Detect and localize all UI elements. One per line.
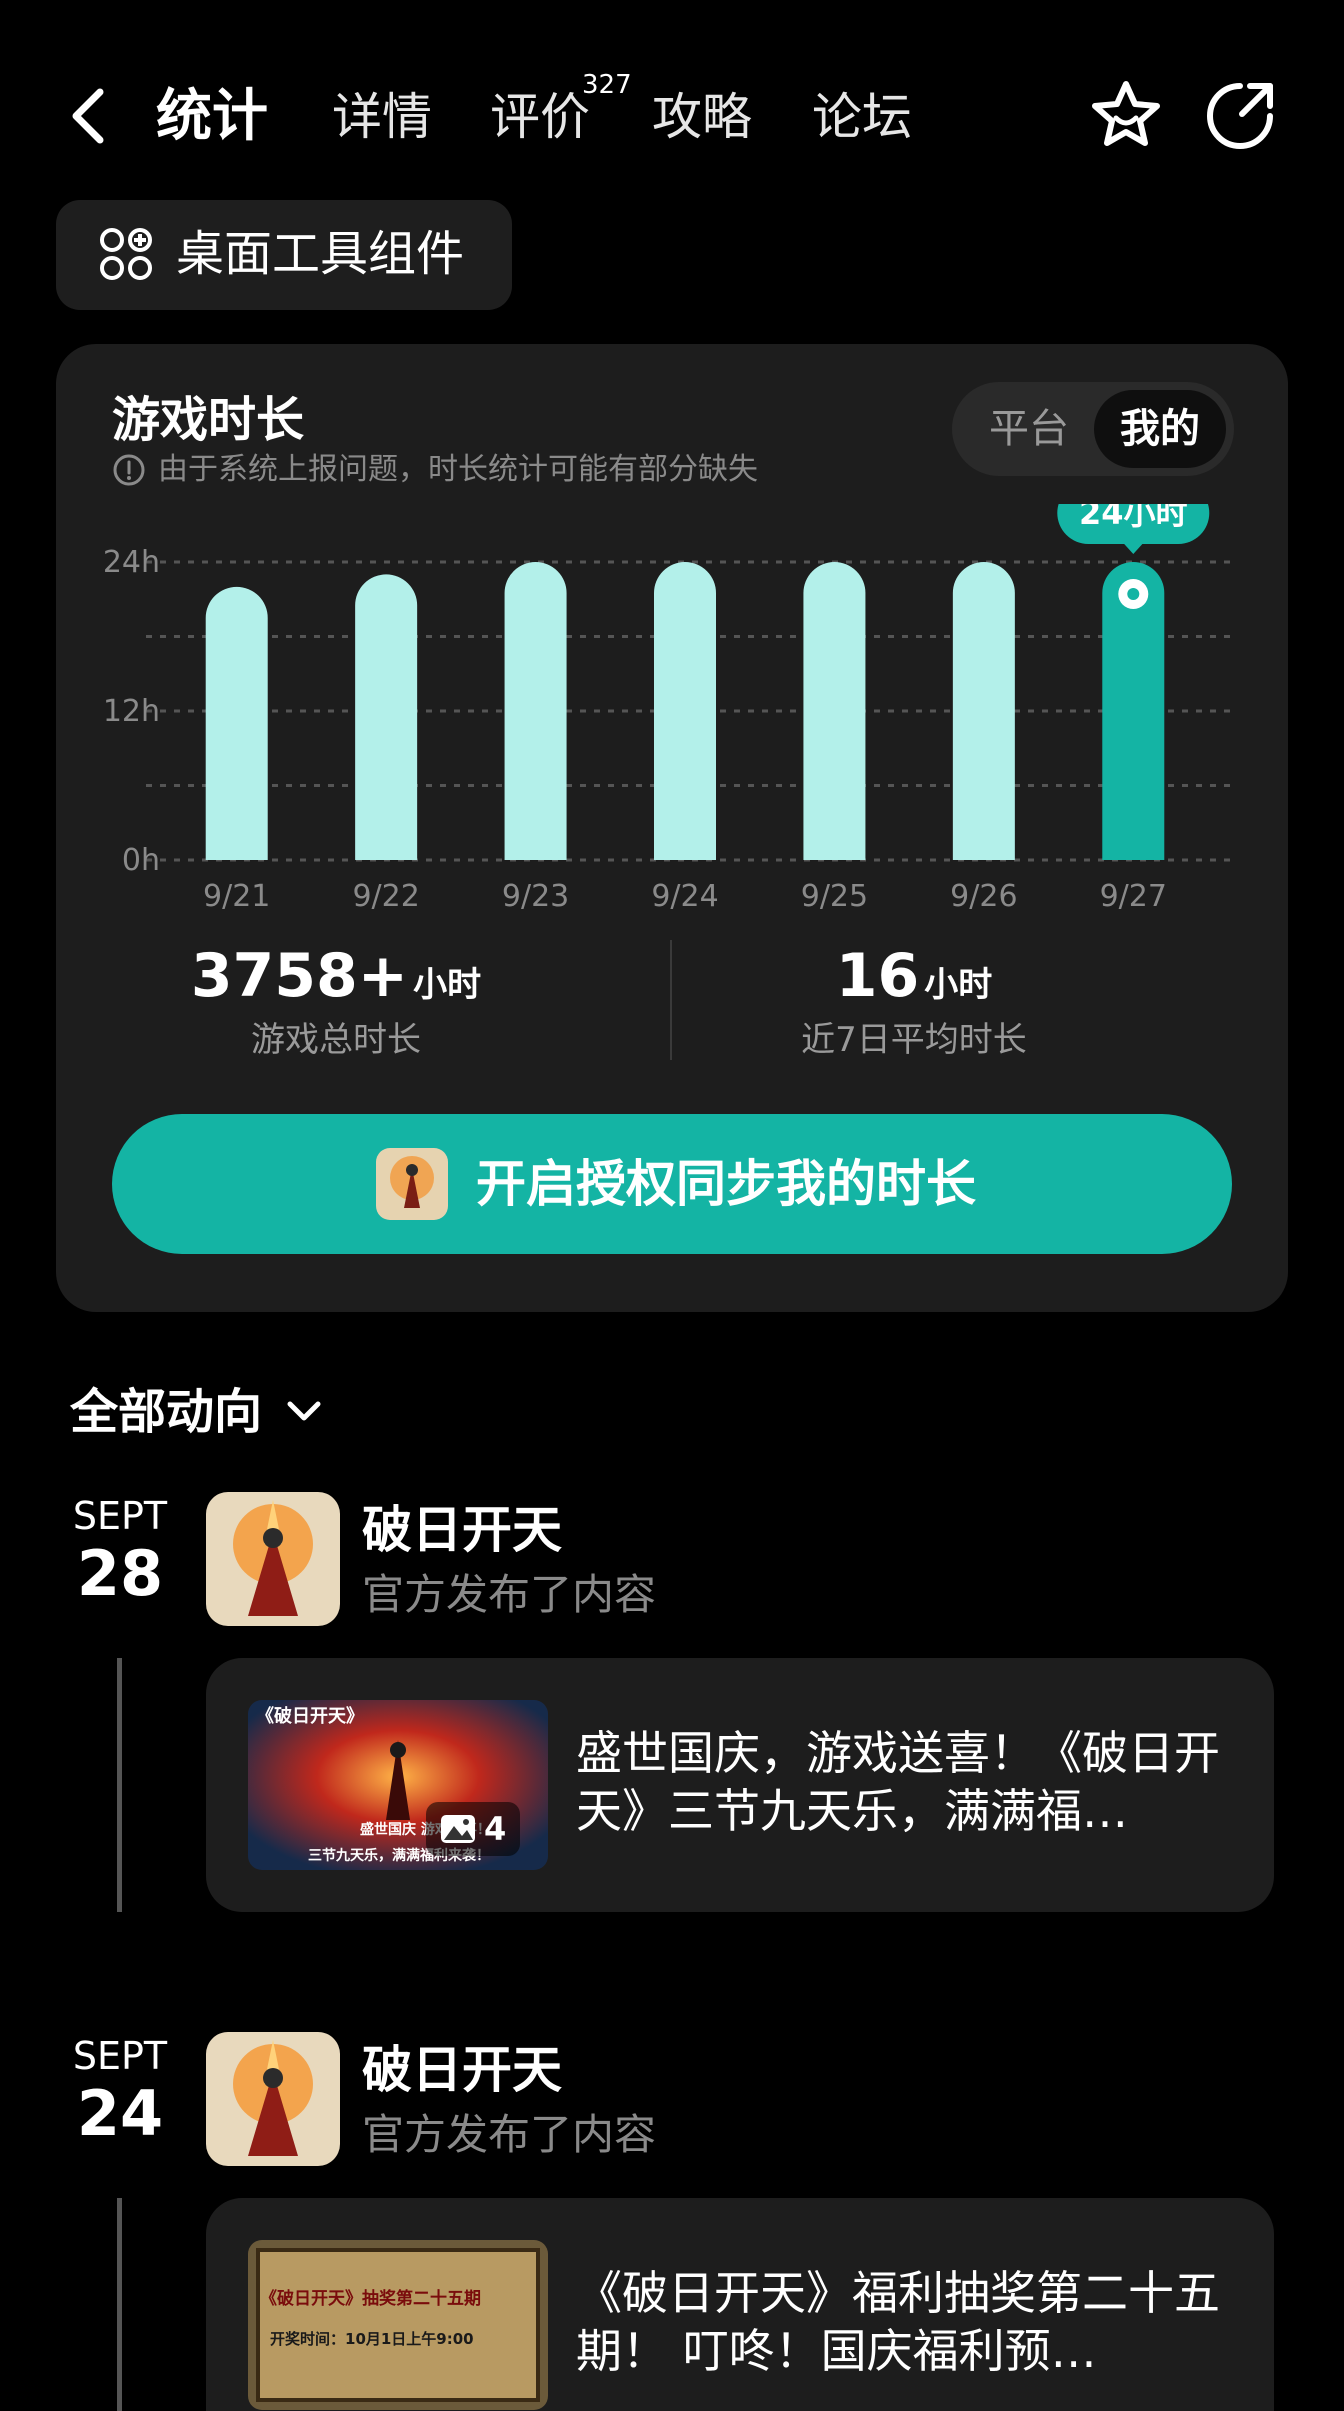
chart-bar (803, 562, 866, 860)
chart-y-tick-label: 12h (103, 694, 160, 729)
tab-stats[interactable]: 统计 (156, 82, 268, 152)
total-playtime-value: 3758+ (190, 941, 409, 1011)
chart-bar (205, 586, 268, 860)
chart-bar (355, 574, 418, 860)
tab-reviews[interactable]: 评价 (490, 82, 590, 152)
app-icon[interactable] (206, 1492, 340, 1626)
toggle-platform[interactable]: 平台 (962, 390, 1096, 468)
sync-button-label: 开启授权同步我的时长 (476, 1155, 976, 1213)
feed-date-day: 24 (76, 2077, 164, 2150)
post-title: 《破日开天》福利抽奖第二十五期！ 叮咚！国庆福利预… (576, 2266, 1220, 2378)
info-icon (113, 454, 145, 486)
desktop-widget-button[interactable]: 桌面工具组件 (56, 200, 512, 310)
chart-x-tick-label: 9/24 (651, 879, 718, 914)
favorite-star-icon[interactable] (1086, 76, 1166, 156)
tab-details[interactable]: 详情 (332, 82, 432, 152)
post-thumbnail: 《破日开天》抽奖第二十五期 开奖时间：10月1日上午9:00 (248, 2240, 548, 2410)
app-name[interactable]: 破日开天 (362, 1498, 562, 1562)
playtime-note: 由于系统上报问题，时长统计可能有部分缺失 (112, 450, 758, 490)
chart-y-tick-label: 24h (103, 545, 160, 580)
tab-guides[interactable]: 攻略 (652, 82, 752, 152)
reviews-count-badge: 327 (582, 70, 632, 100)
thumb-title-text: 《破日开天》 (256, 1705, 364, 1727)
feed-date-month: SEPT (72, 1494, 168, 1538)
game-thumbnail (376, 1148, 448, 1220)
chart-highlight-dot-center (1127, 588, 1140, 600)
avg-playtime-caption: 近7日平均时长 (801, 1020, 1027, 1060)
post-thumbnail-image: 《破日开天》抽奖第二十五期 开奖时间：10月1日上午9:00 (248, 2240, 548, 2410)
post-title: 盛世国庆，游戏送喜！《破日开天》三节九天乐，满满福… (576, 1726, 1220, 1838)
feed-subtitle: 官方发布了内容 (362, 2110, 657, 2159)
data-source-toggle: 平台 我的 (952, 382, 1234, 476)
image-icon (441, 1815, 475, 1843)
avg-playtime-unit: 小时 (924, 965, 993, 1005)
avg-playtime-stat: 16 小时 近7日平均时长 (724, 940, 1104, 1064)
feed-date-month: SEPT (72, 2034, 168, 2078)
playtime-title: 游戏时长 (112, 392, 305, 448)
feed-entry: SEPT 28 破日开天 官方发布了内容 《破日开天》 盛世国庆 三节九天乐，满… (0, 1492, 1344, 1912)
timeline-line (117, 2198, 122, 2411)
chart-x-tick-label: 9/22 (352, 879, 419, 914)
chart-highlight-tooltip-pointer (1123, 543, 1144, 554)
post-card[interactable]: 《破日开天》 盛世国庆 游戏送喜！ 三节九天乐，满满福利来袭！ 4 盛世国庆，游… (206, 1658, 1274, 1912)
widget-chip-label: 桌面工具组件 (176, 226, 465, 282)
chart-x-tick-label: 9/27 (1100, 879, 1167, 914)
chart-bar (504, 562, 567, 860)
playtime-card: 游戏时长 由于系统上报问题，时长统计可能有部分缺失 平台 我的 0h 12h 24h… (56, 344, 1288, 1312)
toggle-mine[interactable]: 我的 (1094, 390, 1226, 468)
app-name[interactable]: 破日开天 (362, 2038, 562, 2102)
chart-x-tick-label: 9/21 (203, 879, 270, 914)
thumb-line1-text: 开奖时间：10月1日上午9:00 (270, 2330, 474, 2348)
chart-y-tick-label: 0h (122, 843, 160, 878)
top-nav: 统计 详情 评价 327 攻略 论坛 (0, 60, 1344, 170)
chart-bar (654, 562, 716, 860)
image-count: 4 (484, 1810, 507, 1848)
chart-x-tick-label: 9/23 (502, 879, 569, 914)
feed-entry: SEPT 24 破日开天 官方发布了内容 《破日开天》抽奖第二十五期 开奖时间：… (0, 2032, 1344, 2411)
thumb-title-text: 《破日开天》抽奖第二十五期 (260, 2288, 481, 2309)
chevron-down-icon (287, 1401, 321, 1421)
total-playtime-unit: 小时 (413, 965, 482, 1005)
chart-bar (952, 562, 1015, 860)
chart-x-tick-label: 9/25 (801, 879, 868, 914)
total-playtime-caption: 游戏总时长 (251, 1020, 421, 1060)
total-playtime-stat: 3758+ 小时 游戏总时长 (146, 940, 526, 1064)
chart-x-tick-label: 9/26 (950, 879, 1017, 914)
post-thumbnail: 《破日开天》 盛世国庆 游戏送喜！ 三节九天乐，满满福利来袭！ 4 (248, 1700, 548, 1870)
timeline-line (117, 1658, 122, 1912)
feed-date-day: 28 (76, 1537, 164, 1610)
feed-subtitle: 官方发布了内容 (362, 1570, 657, 1619)
tab-forum[interactable]: 论坛 (812, 82, 912, 152)
image-count-badge: 4 (426, 1802, 521, 1856)
feed-filter-label: 全部动向 (70, 1384, 263, 1440)
sync-playtime-button[interactable]: 开启授权同步我的时长 (112, 1114, 1232, 1254)
back-arrow-icon[interactable] (62, 84, 118, 148)
playtime-note-text: 由于系统上报问题，时长统计可能有部分缺失 (158, 452, 758, 487)
feed-filter-dropdown[interactable]: 全部动向 (70, 1380, 328, 1444)
stat-divider (670, 940, 672, 1060)
avg-playtime-value: 16 (835, 941, 920, 1011)
widgets-add-icon (100, 228, 152, 280)
chart-highlight-label: 24小时 (1079, 504, 1188, 532)
app-icon[interactable] (206, 2032, 340, 2166)
share-icon[interactable] (1200, 76, 1280, 156)
post-card[interactable]: 《破日开天》抽奖第二十五期 开奖时间：10月1日上午9:00 《破日开天》福利抽… (206, 2198, 1274, 2411)
